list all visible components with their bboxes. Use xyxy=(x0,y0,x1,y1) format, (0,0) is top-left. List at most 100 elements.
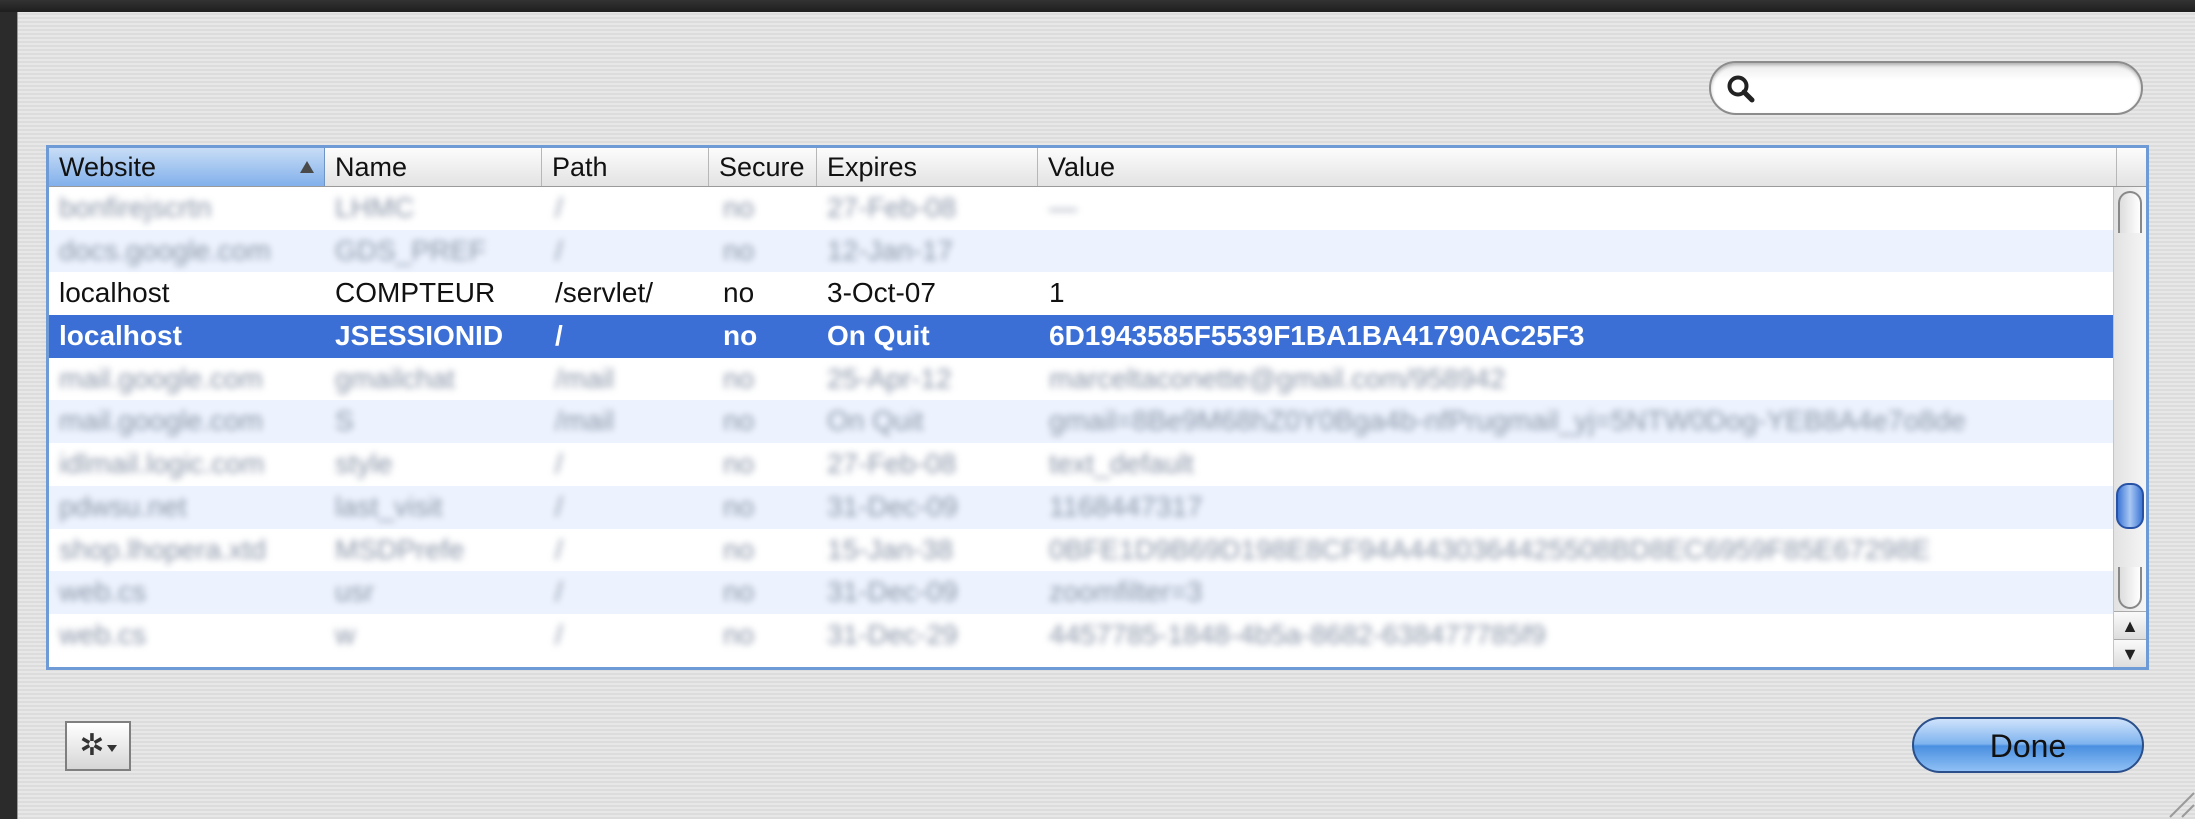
cell-value: 0BFE1D9B69D198E8CF94A4430364425508BD8EC6… xyxy=(1049,533,1931,565)
cell-website: web.cs xyxy=(59,576,147,608)
cell-name: S xyxy=(335,405,354,437)
cell-website: docs.google.com xyxy=(59,234,271,266)
cell-secure: no xyxy=(723,277,755,309)
chevron-down-icon xyxy=(106,744,117,752)
table-row[interactable]: mail.google.com gmailchat /mail no 25-Ap… xyxy=(49,358,2117,401)
cell-website: mail.google.com xyxy=(59,362,263,394)
column-header-path[interactable]: Path xyxy=(542,148,709,186)
table-row[interactable]: idlmail.logic.com style / no 27-Feb-08 t… xyxy=(49,443,2117,486)
cell-name: COMPTEUR xyxy=(335,277,496,309)
cell-value: gmail=8Be9M68hZ0Y0Bga4b-nfPrugmail_yj=5N… xyxy=(1049,405,1966,437)
done-button[interactable]: Done xyxy=(1912,717,2144,773)
table-row-selected[interactable]: localhost JSESSIONID / no On Quit 6D1943… xyxy=(49,315,2117,358)
cell-path: / xyxy=(555,192,563,223)
cell-website: shop.lhopera.xtd xyxy=(59,533,267,565)
table-row[interactable]: docs.google.com GDS_PREF / no 12-Jan-17 xyxy=(49,229,2117,273)
cell-name: usr xyxy=(335,576,374,608)
cell-secure: no xyxy=(723,320,758,352)
cell-expires: 25-Apr-12 xyxy=(827,362,952,394)
table-row[interactable]: pdwsu.net last_visit / no 31-Dec-09 1168… xyxy=(49,485,2117,529)
cell-secure: no xyxy=(723,234,755,266)
window-top-edge xyxy=(0,0,2195,12)
cell-expires: 31-Dec-29 xyxy=(827,618,958,650)
cell-path: /mail xyxy=(555,362,615,394)
cell-secure: no xyxy=(723,533,755,565)
table-row[interactable]: localhost COMPTEUR /servlet/ no 3-Oct-07… xyxy=(49,272,2117,315)
table-row[interactable]: web.cs usr / no 31-Dec-09 zoomfilter=3 xyxy=(49,571,2117,614)
cell-value: 4457785-1848-4b5a-8682-638477785f9 xyxy=(1049,618,1546,650)
table-rows: bonfirejscrtn LHMC / no 27-Feb-08 — docs… xyxy=(49,187,2117,657)
cell-secure: no xyxy=(723,405,755,437)
cell-expires: 15-Jan-38 xyxy=(827,533,954,565)
cell-value: — xyxy=(1049,192,1077,223)
cell-value: 6D1943585F5539F1BA1BA41790AC25F3 xyxy=(1049,320,1585,352)
cell-secure: no xyxy=(723,192,755,223)
cell-path: /servlet/ xyxy=(555,277,654,309)
cell-expires: 12-Jan-17 xyxy=(827,234,954,266)
resize-grip-icon[interactable] xyxy=(2156,779,2195,819)
column-header-name[interactable]: Name xyxy=(325,148,542,186)
table-row[interactable]: mail.google.com S /mail no On Quit gmail… xyxy=(49,400,2117,444)
scroll-track-top xyxy=(2118,191,2142,233)
cell-secure: no xyxy=(723,448,755,480)
cell-expires: 3-Oct-07 xyxy=(827,277,936,309)
cell-path: / xyxy=(555,234,563,266)
gear-icon: ✲ xyxy=(79,729,105,762)
search-input[interactable] xyxy=(1763,69,2127,109)
cell-website: idlmail.logic.com xyxy=(59,448,265,480)
cell-path: / xyxy=(555,533,563,565)
cell-path: / xyxy=(555,490,563,522)
search-icon xyxy=(1727,75,1755,103)
cell-path: / xyxy=(555,448,563,480)
cell-expires: 27-Feb-08 xyxy=(827,192,957,223)
cell-website: pdwsu.net xyxy=(59,490,187,522)
cell-expires: On Quit xyxy=(827,405,924,437)
column-header-secure[interactable]: Secure xyxy=(709,148,817,186)
cell-name: w xyxy=(335,618,356,650)
cell-name: gmailchat xyxy=(335,362,455,394)
cell-secure: no xyxy=(723,576,755,608)
action-menu-button[interactable]: ✲ xyxy=(65,721,131,771)
table-row[interactable]: web.cs w / no 31-Dec-29 4457785-1848-4b5… xyxy=(49,614,2117,657)
vertical-scrollbar[interactable]: ▲ ▼ xyxy=(2113,187,2146,667)
cell-expires: 27-Feb-08 xyxy=(827,448,957,480)
cell-secure: no xyxy=(723,362,755,394)
scroll-down-arrow-icon[interactable]: ▼ xyxy=(2114,639,2146,667)
cell-name: last_visit xyxy=(335,490,443,522)
cell-path: / xyxy=(555,320,563,352)
column-header-expires[interactable]: Expires xyxy=(817,148,1038,186)
cell-path: /mail xyxy=(555,405,615,437)
search-field[interactable] xyxy=(1709,61,2143,115)
cell-expires: 31-Dec-09 xyxy=(827,576,958,608)
sort-ascending-icon xyxy=(300,161,314,173)
scroll-thumb[interactable] xyxy=(2116,483,2144,529)
cookies-sheet: Website Name Path Secure Expires Value b… xyxy=(17,12,2195,819)
table-row[interactable]: bonfirejscrtn LHMC / no 27-Feb-08 — xyxy=(49,187,2117,230)
scroll-up-arrow-icon[interactable]: ▲ xyxy=(2114,611,2146,640)
cell-value: zoomfilter=3 xyxy=(1049,576,1203,608)
cell-name: MSDPrefe xyxy=(335,533,465,565)
cookies-table[interactable]: Website Name Path Secure Expires Value b… xyxy=(46,145,2149,670)
cell-value: text_default xyxy=(1049,448,1194,480)
cell-expires: 31-Dec-09 xyxy=(827,490,958,522)
cell-secure: no xyxy=(723,490,755,522)
cell-name: style xyxy=(335,448,393,480)
table-header: Website Name Path Secure Expires Value xyxy=(49,148,2146,187)
cell-value: 1 xyxy=(1049,277,1065,309)
cell-name: JSESSIONID xyxy=(335,320,504,352)
cell-website: localhost xyxy=(59,320,182,352)
cell-value xyxy=(1049,230,2109,273)
cell-value: 1168447317 xyxy=(1049,490,1203,522)
table-row[interactable]: shop.lhopera.xtd MSDPrefe / no 15-Jan-38… xyxy=(49,529,2117,572)
scroll-track-bottom xyxy=(2118,567,2142,609)
cell-website: localhost xyxy=(59,277,170,309)
cell-name: LHMC xyxy=(335,192,415,223)
column-header-value[interactable]: Value xyxy=(1038,148,2117,186)
cell-path: / xyxy=(555,618,563,650)
cell-expires: On Quit xyxy=(827,320,930,352)
cell-path: / xyxy=(555,576,563,608)
column-header-website[interactable]: Website xyxy=(49,148,325,186)
cell-name: GDS_PREF xyxy=(335,234,486,266)
cell-website: bonfirejscrtn xyxy=(59,192,212,223)
cell-website: mail.google.com xyxy=(59,405,263,437)
